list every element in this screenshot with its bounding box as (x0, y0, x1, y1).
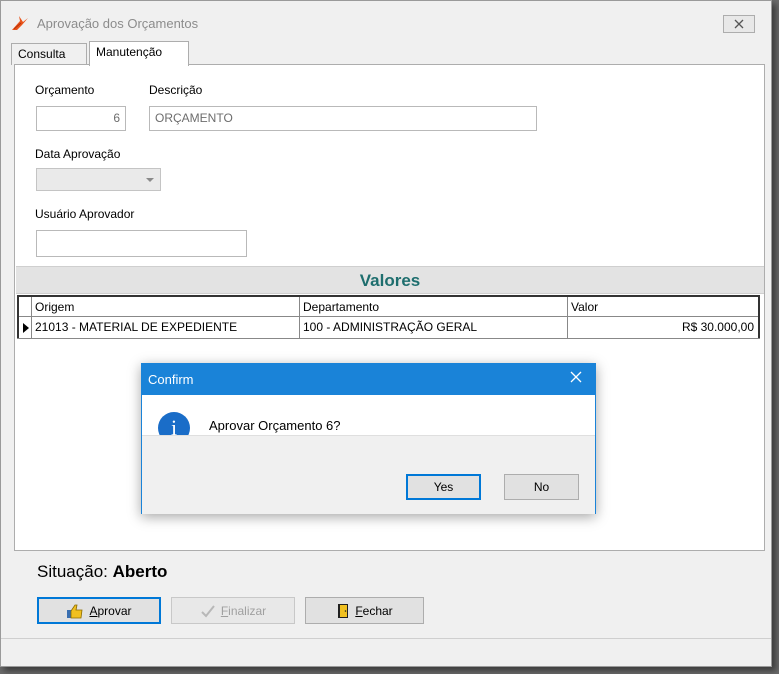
fechar-button[interactable]: Fechar (305, 597, 424, 624)
row-indicator-header (17, 297, 31, 318)
dialog-close-button[interactable] (567, 370, 585, 388)
exit-door-icon (338, 603, 349, 618)
current-row-indicator (17, 317, 31, 338)
fechar-label: Fechar (355, 603, 393, 618)
cell-origem[interactable]: 21013 - MATERIAL DE EXPEDIENTE (31, 317, 299, 338)
aprovar-label: Aprovar (89, 603, 132, 618)
usuario-aprovador-field[interactable] (36, 230, 247, 257)
close-icon (734, 19, 744, 29)
data-aprovacao-select[interactable] (36, 168, 161, 191)
checkmark-icon (201, 604, 215, 617)
tab-consulta[interactable]: Consulta (11, 43, 87, 65)
situacao-label: Situação: (37, 562, 108, 581)
cell-valor[interactable]: R$ 30.000,00 (567, 317, 760, 338)
valores-header: Valores (16, 266, 764, 294)
orcamento-label: Orçamento (35, 83, 95, 97)
column-header-valor[interactable]: Valor (567, 297, 760, 318)
data-aprovacao-label: Data Aprovação (35, 147, 121, 161)
row-pointer-icon (23, 323, 29, 333)
table-row[interactable]: 21013 - MATERIAL DE EXPEDIENTE 100 - ADM… (17, 317, 760, 339)
window-close-button[interactable] (723, 15, 755, 33)
cell-departamento[interactable]: 100 - ADMINISTRAÇÃO GERAL (299, 317, 567, 338)
thumbs-up-icon (67, 604, 83, 618)
window-title: Aprovação dos Orçamentos (37, 16, 199, 31)
situacao-status: Situação: Aberto (37, 562, 167, 582)
usuario-aprovador-label: Usuário Aprovador (35, 207, 135, 221)
close-icon (570, 371, 582, 383)
aprovar-button[interactable]: Aprovar (37, 597, 161, 624)
dialog-title: Confirm (142, 364, 595, 395)
finalizar-button[interactable]: Finalizar (171, 597, 295, 624)
title-bar: Aprovação dos Orçamentos (1, 1, 771, 39)
app-logo-icon (12, 16, 28, 30)
dialog-title-text: Confirm (148, 372, 194, 387)
no-button[interactable]: No (504, 474, 579, 500)
descricao-field[interactable]: ORÇAMENTO (149, 106, 537, 131)
status-bar (1, 638, 771, 666)
situacao-value: Aberto (112, 562, 168, 581)
yes-button[interactable]: Yes (406, 474, 481, 500)
orcamento-field[interactable]: 6 (36, 106, 126, 131)
column-header-departamento[interactable]: Departamento (299, 297, 567, 318)
dialog-message: Aprovar Orçamento 6? (209, 418, 341, 433)
tab-manutencao[interactable]: Manutenção (89, 41, 189, 66)
main-window: Aprovação dos Orçamentos Consulta Manute… (0, 0, 772, 667)
confirm-dialog: Confirm i Aprovar Orçamento 6? Yes No (141, 363, 596, 514)
chevron-down-icon (146, 178, 154, 182)
descricao-label: Descrição (149, 83, 203, 97)
column-header-origem[interactable]: Origem (31, 297, 299, 318)
grid-header-row: Origem Departamento Valor (17, 295, 760, 318)
finalizar-label: Finalizar (220, 603, 267, 618)
